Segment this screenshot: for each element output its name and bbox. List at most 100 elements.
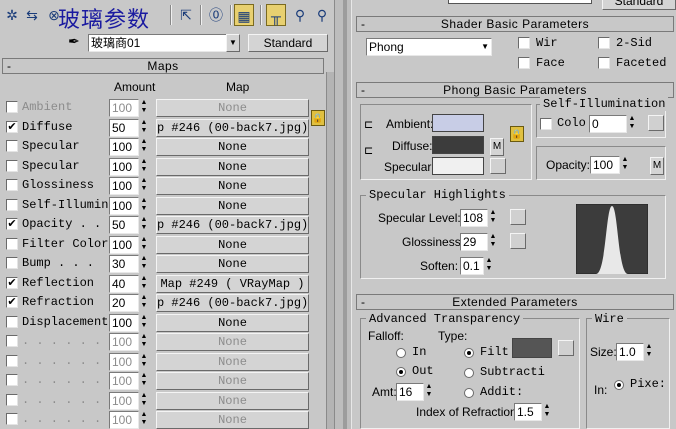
map-enable-checkbox[interactable]	[6, 335, 18, 347]
eyedropper-icon[interactable]: ✒	[68, 33, 80, 50]
map-enable-checkbox[interactable]	[6, 393, 18, 406]
type-subtractive-radio[interactable]	[464, 368, 474, 378]
glossiness-spinner[interactable]: ▲ ▼	[488, 233, 498, 251]
self-illum-color-checkbox[interactable]	[540, 118, 552, 130]
map-enable-checkbox[interactable]	[6, 198, 18, 211]
map-amount-spinner[interactable]: ▲ ▼	[139, 99, 149, 117]
type-filter-radio[interactable]	[464, 348, 474, 358]
copy-material-icon[interactable]: ⇱	[176, 4, 196, 26]
type-additive-radio[interactable]	[464, 388, 474, 398]
top-standard-button[interactable]: Standard	[602, 0, 676, 10]
map-amount-spinner[interactable]: ▲ ▼	[139, 411, 149, 429]
phong-rollout-header[interactable]: - Phong Basic Parameters	[356, 82, 674, 98]
material-id-icon[interactable]: ⓪	[206, 4, 226, 26]
glossiness-field[interactable]: 29	[460, 233, 488, 251]
map-amount-field[interactable]: 100	[109, 372, 139, 390]
map-slot-button[interactable]: None	[156, 177, 309, 195]
map-enable-checkbox[interactable]: ✔	[6, 218, 18, 230]
shader-select[interactable]: Phong ▼	[366, 38, 492, 56]
map-slot-button[interactable]: None	[156, 411, 309, 429]
map-slot-button[interactable]: Map #249 ( VRayMap )	[156, 274, 309, 293]
soften-field[interactable]: 0.1	[460, 257, 484, 275]
map-amount-field[interactable]: 100	[109, 99, 139, 117]
map-enable-checkbox[interactable]: ✔	[6, 276, 18, 289]
show-map-icon[interactable]: ▦	[234, 4, 254, 26]
map-amount-spinner[interactable]: ▲ ▼	[139, 314, 149, 332]
lock-icon[interactable]: 🔒	[311, 110, 325, 126]
map-slot-button[interactable]: None	[156, 157, 309, 176]
map-amount-spinner[interactable]: ▲ ▼	[139, 177, 149, 195]
map-amount-field[interactable]: 100	[109, 333, 139, 351]
map-amount-field[interactable]: 100	[109, 138, 139, 156]
map-amount-spinner[interactable]: ▲ ▼	[139, 158, 149, 176]
diffuse-color-swatch[interactable]	[432, 136, 484, 154]
map-enable-checkbox[interactable]: ✔	[6, 296, 18, 308]
filter-map-button[interactable]	[558, 340, 574, 356]
amount-spinner[interactable]: ▲ ▼	[424, 383, 434, 401]
material-name-dropdown-icon[interactable]: ▼	[226, 34, 240, 52]
map-amount-spinner[interactable]: ▲ ▼	[139, 119, 149, 137]
wire-pixels-radio[interactable]	[614, 380, 624, 390]
map-amount-field[interactable]: 20	[109, 294, 139, 312]
map-slot-button[interactable]: p #246 (00-back7.jpg)	[156, 294, 309, 312]
map-amount-field[interactable]: 100	[109, 235, 139, 254]
falloff-in-radio[interactable]	[396, 348, 406, 358]
falloff-out-radio[interactable]	[396, 367, 406, 377]
map-slot-button[interactable]: None	[156, 333, 309, 351]
map-enable-checkbox[interactable]	[6, 413, 18, 425]
amount-field[interactable]: 16	[396, 383, 424, 401]
map-amount-spinner[interactable]: ▲ ▼	[139, 294, 149, 312]
map-amount-spinner[interactable]: ▲ ▼	[139, 255, 149, 273]
lock-icon[interactable]: 🔒	[510, 126, 524, 142]
map-enable-checkbox[interactable]	[6, 179, 18, 191]
extended-rollout-header[interactable]: - Extended Parameters	[356, 294, 674, 310]
map-amount-field[interactable]: 50	[109, 216, 139, 234]
map-amount-field[interactable]: 50	[109, 118, 139, 137]
self-illum-value-field[interactable]: 0	[589, 115, 627, 133]
map-amount-field[interactable]: 40	[109, 274, 139, 293]
map-amount-field[interactable]: 30	[109, 255, 139, 273]
wire-checkbox[interactable]	[518, 37, 530, 49]
glossiness-map-button[interactable]	[510, 233, 526, 249]
map-amount-spinner[interactable]: ▲ ▼	[139, 392, 149, 410]
ior-field[interactable]: 1.5	[514, 403, 542, 421]
map-amount-field[interactable]: 100	[109, 177, 139, 195]
map-enable-checkbox[interactable]	[6, 315, 18, 328]
self-illum-map-button[interactable]	[648, 115, 664, 131]
face-map-checkbox[interactable]	[518, 57, 530, 69]
map-enable-checkbox[interactable]	[6, 354, 18, 367]
map-slot-button[interactable]: None	[156, 255, 309, 273]
map-amount-spinner[interactable]: ▲ ▼	[139, 353, 149, 371]
opacity-map-button[interactable]: M	[650, 157, 664, 175]
map-amount-spinner[interactable]: ▲ ▼	[139, 236, 149, 254]
specular-level-map-button[interactable]	[510, 209, 526, 225]
map-slot-button[interactable]: None	[156, 99, 309, 117]
map-slot-button[interactable]: None	[156, 352, 309, 371]
map-amount-field[interactable]: 100	[109, 313, 139, 332]
map-slot-button[interactable]: None	[156, 313, 309, 332]
faceted-checkbox[interactable]	[598, 57, 610, 69]
lock-ambient-diffuse-icon[interactable]: ⊏	[364, 118, 373, 131]
specular-color-swatch[interactable]	[432, 157, 484, 175]
soften-spinner[interactable]: ▲ ▼	[484, 257, 494, 275]
go-to-parent-icon[interactable]: ⚲	[290, 4, 310, 26]
map-amount-spinner[interactable]: ▲ ▼	[139, 372, 149, 390]
wire-size-spinner[interactable]: ▲ ▼	[644, 343, 654, 361]
map-slot-button[interactable]: None	[156, 372, 309, 390]
self-illum-spinner[interactable]: ▲ ▼	[627, 115, 637, 133]
map-slot-button[interactable]: None	[156, 235, 309, 254]
opacity-field[interactable]: 100	[590, 156, 620, 174]
map-enable-checkbox[interactable]	[6, 257, 18, 269]
map-amount-spinner[interactable]: ▲ ▼	[139, 333, 149, 351]
map-amount-spinner[interactable]: ▲ ▼	[139, 138, 149, 156]
panel-divider-bar[interactable]	[343, 0, 347, 429]
map-amount-spinner[interactable]: ▲ ▼	[139, 197, 149, 215]
map-slot-button[interactable]: None	[156, 138, 309, 156]
map-enable-checkbox[interactable]: ✔	[6, 120, 18, 133]
map-amount-spinner[interactable]: ▲ ▼	[139, 275, 149, 293]
map-amount-field[interactable]: 100	[109, 157, 139, 176]
map-slot-button[interactable]: p #246 (00-back7.jpg)	[156, 216, 309, 234]
map-slot-button[interactable]: None	[156, 196, 309, 215]
opacity-spinner[interactable]: ▲ ▼	[620, 156, 630, 174]
map-amount-field[interactable]: 100	[109, 352, 139, 371]
